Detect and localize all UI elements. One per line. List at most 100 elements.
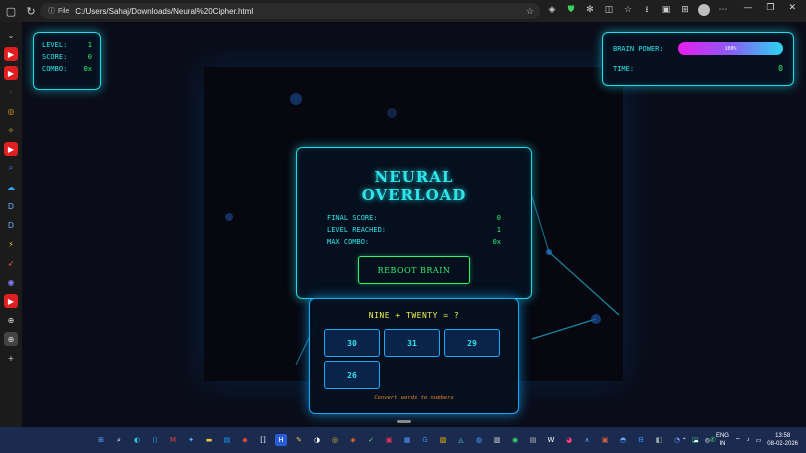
weather-icon[interactable]: ☁ — [693, 437, 699, 444]
maximize-icon[interactable]: ❐ — [766, 3, 774, 13]
system-tray: ⌃ ☁ ◎ ENG IN ⌔ ♪ ▭ 13:58 08-02-2026 — [682, 432, 798, 448]
app-icon[interactable]: ◧ — [653, 434, 665, 446]
profile-avatar[interactable] — [697, 3, 711, 17]
folder-icon[interactable]: ▬ — [203, 434, 215, 446]
reboot-brain-button[interactable]: REBOOT BRAIN — [358, 256, 470, 284]
battery-icon[interactable]: ▭ — [756, 437, 762, 444]
globe-icon[interactable]: ⊕ — [4, 313, 18, 327]
h-app-icon[interactable]: H — [275, 434, 287, 446]
shield-extension-icon[interactable]: ⛊ — [564, 3, 578, 17]
cloud-icon[interactable]: ☁ — [4, 180, 18, 194]
app-icon[interactable]: ✎ — [293, 434, 305, 446]
youtube-icon[interactable]: ▶ — [4, 142, 18, 156]
favorite-star-icon[interactable]: ☆ — [526, 6, 534, 17]
score-value: 0 — [87, 53, 92, 61]
chrome-icon[interactable]: ◎ — [329, 434, 341, 446]
brain-power-bar: 100% — [678, 42, 783, 55]
search-icon[interactable]: ⌕ — [4, 161, 18, 175]
sidebar-toggle-icon[interactable]: ▢ — [2, 2, 20, 20]
app-icon[interactable]: ▤ — [527, 434, 539, 446]
globe-icon[interactable]: ⊕ — [4, 332, 18, 346]
close-icon[interactable]: ✕ — [788, 3, 796, 13]
app-icon[interactable]: ∧ — [581, 434, 593, 446]
answer-button[interactable]: 31 — [384, 329, 440, 357]
collections-icon[interactable]: ⊞ — [678, 3, 692, 17]
app-icon[interactable]: ◍ — [473, 434, 485, 446]
browser-sidebar: ⌄ ▶ ▶ ⌕ ◎ ✧ ▶ ⌕ ☁ D D ⚡ ➶ ◉ ▶ ⊕ ⊕ + — [0, 22, 22, 427]
gem-icon[interactable]: ✧ — [4, 123, 18, 137]
gmail-icon[interactable]: M — [167, 434, 179, 446]
wifi-icon[interactable]: ⌔ — [735, 436, 741, 444]
time-value: 0 — [778, 64, 783, 73]
hint-text: Convert words to numbers — [374, 395, 454, 401]
window-controls: — ❐ ✕ — [743, 3, 796, 13]
chrome-icon[interactable]: ◎ — [4, 104, 18, 118]
app-icon[interactable]: ✓ — [365, 434, 377, 446]
level-value: 1 — [87, 41, 92, 49]
lang-top: ENG — [715, 433, 729, 439]
app-icon[interactable]: ▣ — [383, 434, 395, 446]
taskbar: ⊞ ⌕ ◐ ⟨⟩ M ✦ ▬ ▤ ◆ [] H ✎ ◑ ◎ ◈ ✓ ▣ ▦ G … — [0, 427, 806, 453]
lightning-icon[interactable]: ⚡ — [4, 237, 18, 251]
answer-button[interactable]: 26 — [324, 361, 380, 389]
favorites-icon[interactable]: ☆ — [621, 3, 635, 17]
lang-bottom: IN — [719, 441, 726, 447]
refresh-icon[interactable]: ↻ — [22, 2, 40, 20]
app-icon[interactable]: ◬ — [455, 434, 467, 446]
answer-button[interactable]: 29 — [444, 329, 500, 357]
address-bar[interactable]: ⓘ File C:/Users/Sahaj/Downloads/Neural%20… — [40, 3, 540, 19]
search-icon[interactable]: ⌕ — [113, 434, 125, 446]
app-icon[interactable]: ✦ — [185, 434, 197, 446]
volume-icon[interactable]: ♪ — [747, 437, 750, 443]
edge-icon[interactable]: ◐ — [131, 434, 143, 446]
rocket-icon[interactable]: ➶ — [4, 256, 18, 270]
puzzle-extension-icon[interactable]: ✻ — [583, 3, 597, 17]
app-icon[interactable]: ◆ — [239, 434, 251, 446]
game-over-modal: NEURAL OVERLOAD FINAL SCORE: 0 LEVEL REAC… — [296, 147, 532, 299]
add-icon[interactable]: + — [4, 351, 18, 365]
app-icon[interactable]: ◓ — [617, 434, 629, 446]
store-icon[interactable]: ▤ — [221, 434, 233, 446]
app-icon[interactable]: ◕ — [563, 434, 575, 446]
chevron-down-icon[interactable]: ⌄ — [4, 28, 18, 42]
game-stage: LEVEL: 1 SCORE: 0 COMBO: 0x BRAIN POWER: 10… — [22, 22, 806, 427]
app-icon[interactable]: ▦ — [401, 434, 413, 446]
file-chip[interactable]: ⓘ File — [48, 6, 69, 16]
app-icon[interactable]: W — [545, 434, 557, 446]
app-icon[interactable]: ◈ — [347, 434, 359, 446]
vscode-icon[interactable]: ⟨⟩ — [149, 434, 161, 446]
url-text: C:/Users/Sahaj/Downloads/Neural%20Cipher… — [75, 6, 254, 16]
more-options-icon[interactable]: ⋯ — [716, 3, 730, 17]
minimize-icon[interactable]: — — [743, 3, 752, 13]
brain-power-panel: BRAIN POWER: 100% TIME: 0 — [602, 32, 794, 86]
app-icon[interactable]: ▣ — [599, 434, 611, 446]
start-icon[interactable]: ⊞ — [95, 434, 107, 446]
youtube-icon[interactable]: ▶ — [4, 47, 18, 61]
app-icon[interactable]: ▥ — [491, 434, 503, 446]
d-app-icon[interactable]: D — [4, 199, 18, 213]
g-app-icon[interactable]: G — [419, 434, 431, 446]
language-indicator[interactable]: ENG IN — [716, 432, 729, 448]
brain-power-label: BRAIN POWER: — [613, 44, 664, 53]
combo-label: COMBO: — [42, 65, 68, 73]
extension-icon[interactable]: ◈ — [545, 3, 559, 17]
split-screen-icon[interactable]: ◫ — [602, 3, 616, 17]
max-combo-label: MAX COMBO: — [327, 238, 370, 246]
screenshot-icon[interactable]: ▣ — [659, 3, 673, 17]
scroll-handle[interactable] — [397, 420, 411, 423]
youtube-icon[interactable]: ▶ — [4, 294, 18, 308]
download-icon[interactable]: ⭳ — [640, 3, 654, 17]
app-icon[interactable]: ◑ — [311, 434, 323, 446]
youtube-icon[interactable]: ▶ — [4, 66, 18, 80]
d-app-icon[interactable]: D — [4, 218, 18, 232]
app-icon[interactable]: ◉ — [509, 434, 521, 446]
circle-app-icon[interactable]: ◉ — [4, 275, 18, 289]
chevron-up-icon[interactable]: ⌃ — [682, 437, 687, 444]
app-icon[interactable]: ᗷ — [635, 434, 647, 446]
app-icon[interactable]: [] — [257, 434, 269, 446]
clock[interactable]: 13:58 08-02-2026 — [767, 432, 798, 448]
app-icon[interactable]: ▧ — [437, 434, 449, 446]
search-icon[interactable]: ⌕ — [4, 85, 18, 99]
app-tray-icon[interactable]: ◎ — [705, 437, 710, 444]
answer-button[interactable]: 30 — [324, 329, 380, 357]
